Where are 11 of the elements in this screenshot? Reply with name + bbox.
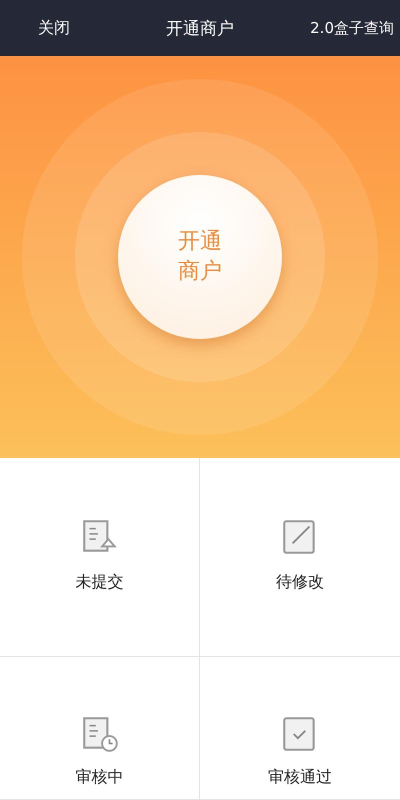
close-button[interactable]: 关闭	[0, 18, 70, 38]
box-query-link[interactable]: 2.0盒子查询	[310, 18, 400, 38]
status-label: 审核通过	[268, 767, 332, 788]
page-title: 开通商户	[166, 18, 234, 40]
status-tile[interactable]: 待修改	[200, 458, 400, 657]
status-tile[interactable]: 审核通过	[200, 657, 400, 800]
status-tile[interactable]: 审核中	[0, 657, 200, 800]
status-label: 审核中	[76, 767, 124, 788]
status-tile[interactable]: 未提交	[0, 458, 200, 657]
status-label: 待修改	[276, 572, 324, 593]
status-label: 未提交	[76, 572, 124, 593]
